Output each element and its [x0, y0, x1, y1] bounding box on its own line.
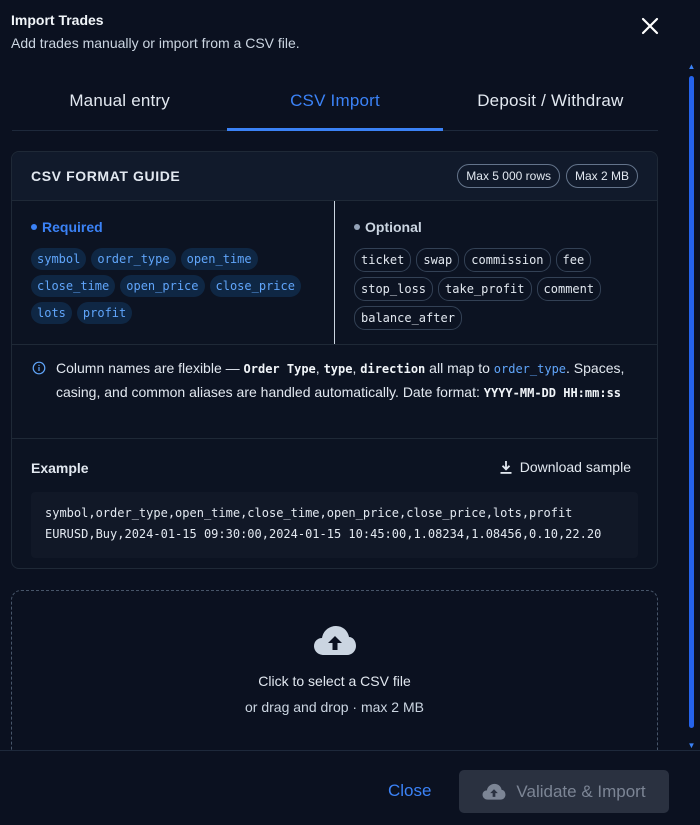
field-chip: order_type — [91, 248, 176, 270]
field-chip: ticket — [354, 248, 412, 272]
field-chip: profit — [76, 302, 133, 324]
cloud-upload-icon — [314, 626, 356, 655]
tab-manual-entry[interactable]: Manual entry — [12, 77, 227, 130]
info-icon — [32, 361, 46, 375]
dropzone-sub-text: or drag and drop · max 2 MB — [245, 699, 424, 715]
field-chip: lots — [31, 302, 72, 324]
example-title: Example — [31, 460, 89, 476]
field-chip: open_price — [120, 275, 205, 297]
guide-header: CSV FORMAT GUIDE Max 5 000 rows Max 2 MB — [12, 152, 657, 201]
download-sample-button[interactable]: Download sample — [500, 459, 631, 475]
code-line: EURUSD,Buy,2024-01-15 09:30:00,2024-01-1… — [45, 527, 602, 541]
required-fields: Required symbol order_type open_time clo… — [12, 201, 335, 344]
modal-header: Import Trades Add trades manually or imp… — [11, 12, 300, 51]
close-button[interactable]: Close — [388, 781, 431, 801]
max-rows-badge: Max 5 000 rows — [457, 164, 560, 188]
download-sample-label: Download sample — [519, 459, 631, 475]
required-label: Required — [42, 219, 103, 235]
scrollbar[interactable]: ▲ ▼ — [687, 62, 696, 750]
example-section: Example Download sample symbol,order_typ… — [12, 439, 657, 568]
field-chip: fee — [555, 248, 592, 272]
scroll-down-arrow-icon[interactable]: ▼ — [687, 741, 696, 750]
target-code: order_type — [493, 362, 567, 376]
csv-dropzone[interactable]: Click to select a CSV file or drag and d… — [11, 590, 658, 750]
optional-fields: Optional ticket swap commission fee stop… — [335, 201, 657, 344]
required-title: Required — [31, 219, 334, 235]
note-text: Column names are flexible — — [56, 360, 244, 376]
required-chips: symbol order_type open_time close_time o… — [31, 248, 331, 324]
field-chip: symbol — [31, 248, 87, 270]
field-columns: Required symbol order_type open_time clo… — [12, 201, 657, 345]
max-size-badge: Max 2 MB — [565, 164, 638, 188]
tab-bar: Manual entry CSV Import Deposit / Withdr… — [12, 77, 658, 131]
code-line: symbol,order_type,open_time,close_time,o… — [45, 506, 573, 520]
field-chip: open_time — [180, 248, 258, 270]
modal-footer: Close Validate & Import — [0, 750, 700, 825]
example-code-block: symbol,order_type,open_time,close_time,o… — [31, 492, 638, 558]
alias-code: type — [323, 362, 353, 376]
field-chip: commission — [464, 248, 551, 272]
modal-title: Import Trades — [11, 12, 104, 28]
field-chip: close_price — [209, 275, 301, 297]
field-chip: swap — [416, 248, 460, 272]
optional-chips: ticket swap commission fee stop_loss tak… — [354, 248, 654, 330]
csv-format-guide: CSV FORMAT GUIDE Max 5 000 rows Max 2 MB… — [11, 151, 658, 569]
scroll-up-arrow-icon[interactable]: ▲ — [687, 62, 696, 71]
date-format-code: YYYY-MM-DD HH:mm:ss — [483, 386, 622, 400]
column-names-note: Column names are flexible — Order Type, … — [12, 345, 657, 439]
optional-dot-icon — [354, 224, 360, 230]
scroll-thumb[interactable] — [689, 76, 694, 728]
field-chip: stop_loss — [354, 277, 434, 301]
field-chip: close_time — [31, 275, 116, 297]
guide-title: CSV FORMAT GUIDE — [31, 168, 181, 184]
optional-label: Optional — [365, 219, 422, 235]
field-chip: comment — [536, 277, 602, 301]
field-chip: take_profit — [438, 277, 532, 301]
tab-deposit-withdraw[interactable]: Deposit / Withdraw — [443, 77, 658, 130]
validate-import-label: Validate & Import — [516, 781, 646, 801]
modal-subtitle: Add trades manually or import from a CSV… — [11, 35, 300, 51]
download-icon — [500, 460, 512, 474]
close-icon[interactable] — [640, 16, 660, 36]
validate-import-button[interactable]: Validate & Import — [459, 770, 669, 813]
note-sep: , — [315, 360, 324, 376]
alias-code: direction — [360, 362, 426, 376]
required-dot-icon — [31, 224, 37, 230]
limit-badges: Max 5 000 rows Max 2 MB — [457, 164, 638, 188]
alias-code: Order Type — [243, 362, 316, 376]
dropzone-main-text: Click to select a CSV file — [258, 673, 411, 689]
note-text: all map to — [425, 360, 494, 376]
tab-csv-import[interactable]: CSV Import — [227, 77, 443, 131]
field-chip: balance_after — [354, 306, 462, 330]
cloud-upload-icon — [482, 783, 506, 800]
optional-title: Optional — [354, 219, 657, 235]
